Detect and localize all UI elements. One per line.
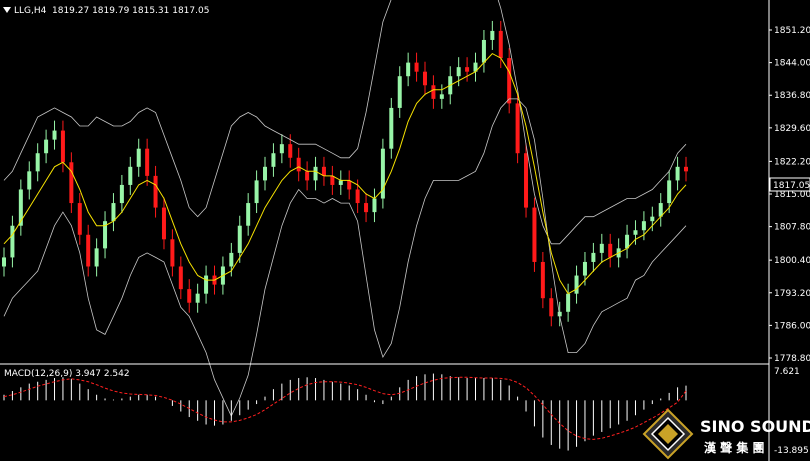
candle-body <box>136 148 141 167</box>
candle-body <box>229 252 234 267</box>
price-tick-label: 1822.20 <box>774 157 810 167</box>
price-tick-label: 1807.80 <box>774 223 810 233</box>
candle-body <box>237 225 242 253</box>
logo-name: SINO SOUND <box>700 417 810 436</box>
candle-body <box>330 175 335 185</box>
chart-background <box>0 0 810 461</box>
macd-label: MACD(12,26,9) 3.947 2.542 <box>4 369 130 379</box>
candle-body <box>633 230 638 235</box>
logo-chinese: 漢 聲 集 團 <box>704 440 765 455</box>
candle-body <box>170 239 175 267</box>
price-chart[interactable]: 1851.201844.001836.801829.601822.201815.… <box>0 0 810 461</box>
ohlc-readout: 1819.27 1819.79 1815.31 1817.05 <box>52 6 209 16</box>
candle-body <box>431 85 436 99</box>
candle-body <box>422 71 427 86</box>
candle-body <box>338 180 343 185</box>
candle-body <box>582 261 587 276</box>
candle-body <box>313 166 318 181</box>
candle-body <box>187 289 192 303</box>
candle-body <box>389 107 394 149</box>
candle-body <box>591 252 596 262</box>
price-tick-label: 1800.40 <box>774 256 810 266</box>
candle-body <box>364 203 369 213</box>
candle-body <box>44 139 49 154</box>
macd-top-label: 7.621 <box>774 367 800 377</box>
candle-body <box>549 298 554 317</box>
candle-body <box>128 166 133 185</box>
current-price-marker: 1817.05 <box>769 177 810 192</box>
price-tick-label: 1836.80 <box>774 91 810 101</box>
candle-body <box>684 166 688 172</box>
candle-body <box>347 180 352 190</box>
candle-body <box>153 175 158 208</box>
candle-body <box>178 266 183 290</box>
candle-body <box>86 234 91 267</box>
candle-body <box>406 62 411 77</box>
candle-body <box>263 166 268 181</box>
candle-body <box>456 67 461 77</box>
candle-body <box>650 216 655 222</box>
candle-body <box>305 171 310 181</box>
price-tick-label: 1844.00 <box>774 59 810 69</box>
candle-body <box>52 130 57 140</box>
candle-body <box>204 275 209 294</box>
candle-body <box>481 39 486 63</box>
candle-body <box>35 153 40 172</box>
candle-body <box>161 207 166 240</box>
candle-body <box>498 30 503 59</box>
candle-body <box>599 243 604 253</box>
price-tick-label: 1851.20 <box>774 26 810 36</box>
candle-body <box>195 293 200 303</box>
candle-body <box>414 62 419 72</box>
price-tick-label: 1829.60 <box>774 124 810 134</box>
candle-body <box>507 58 512 104</box>
candle-body <box>641 221 646 231</box>
candle-body <box>490 30 495 40</box>
candle-body <box>246 203 251 226</box>
price-tick-label: 1778.80 <box>774 354 810 364</box>
candle-body <box>69 162 74 204</box>
candle-body <box>271 153 276 167</box>
candle-body <box>279 144 284 154</box>
candle-body <box>397 76 402 108</box>
candle-body <box>574 275 579 294</box>
candle-body <box>288 144 293 158</box>
candle-body <box>372 198 377 213</box>
candle-body <box>60 130 65 163</box>
candle-body <box>465 67 470 72</box>
candle-body <box>10 225 15 258</box>
candle-body <box>515 103 520 154</box>
candle-body <box>524 153 529 208</box>
candle-body <box>119 184 124 204</box>
candle-body <box>94 248 99 267</box>
candle-body <box>667 180 672 204</box>
macd-bottom-label: -13.895 <box>774 446 809 456</box>
candle-body <box>254 180 259 204</box>
candle-body <box>145 148 150 176</box>
candle-body <box>566 293 571 312</box>
candle-body <box>321 166 326 176</box>
symbol-label: LLG,H4 <box>14 6 47 16</box>
candle-body <box>296 157 301 172</box>
candle-body <box>532 207 537 262</box>
price-tick-label: 1793.20 <box>774 289 810 299</box>
candle-body <box>2 257 6 267</box>
candle-body <box>540 261 545 299</box>
candle-body <box>608 243 613 258</box>
price-tick-label: 1786.00 <box>774 321 810 331</box>
candle-body <box>355 189 360 204</box>
candle-body <box>439 94 444 99</box>
candle-body <box>675 166 680 181</box>
current-price-label: 1817.05 <box>773 181 810 191</box>
candle-body <box>111 203 116 222</box>
candle-body <box>77 203 82 235</box>
candle-body <box>27 171 32 190</box>
